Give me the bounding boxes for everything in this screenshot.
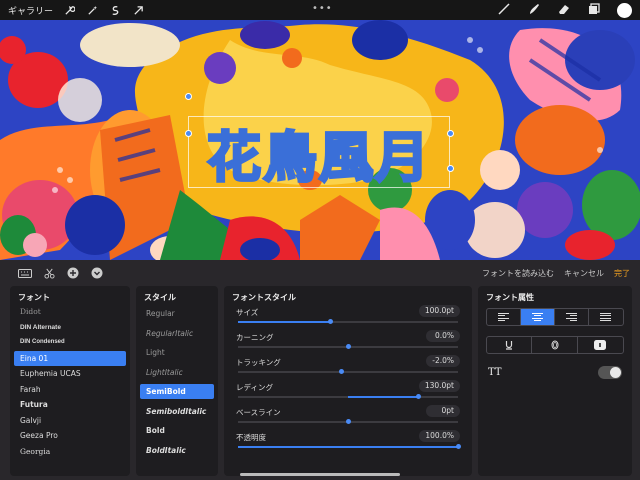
- baseline-slider[interactable]: ベースライン 0pt: [232, 404, 464, 429]
- text-edit-panel: フォントを読み込む キャンセル 完了 フォント Didot DIN Altern…: [0, 260, 640, 480]
- transform-arrow-icon[interactable]: [131, 3, 145, 17]
- size-slider[interactable]: サイズ 100.0pt: [232, 304, 464, 329]
- underline-icon[interactable]: [487, 337, 533, 353]
- wrench-icon[interactable]: [62, 3, 76, 17]
- font-list-item[interactable]: Galvji: [14, 413, 126, 429]
- leading-slider[interactable]: レディング 130.0pt: [232, 379, 464, 404]
- style-list-item[interactable]: SemiboldItalic: [140, 402, 214, 422]
- font-list-panel: フォント Didot DIN Alternate DIN Condensed E…: [10, 286, 130, 476]
- font-attributes-panel: フォント属性 TT: [478, 286, 632, 476]
- font-attributes-header: フォント属性: [486, 293, 534, 302]
- chevron-down-icon[interactable]: [90, 267, 104, 279]
- done-button[interactable]: 完了: [614, 268, 630, 279]
- style-list-item-selected[interactable]: SemiBold: [140, 384, 214, 399]
- text-selection-box[interactable]: 花鳥風月: [188, 116, 450, 190]
- font-list-item[interactable]: Euphemia UCAS: [14, 366, 126, 382]
- slider-label: トラッキング: [236, 358, 281, 367]
- font-list-item[interactable]: Farah: [14, 382, 126, 398]
- font-list-item[interactable]: Didot: [14, 304, 126, 320]
- scissors-icon[interactable]: [42, 268, 56, 279]
- font-style-header: フォントスタイル: [232, 293, 296, 302]
- resize-handle-top-left[interactable]: [185, 93, 192, 100]
- style-list-item[interactable]: LightItalic: [140, 363, 214, 383]
- align-left-icon[interactable]: [487, 309, 521, 325]
- style-list-panel: スタイル Regular RegularItalic Light LightIt…: [136, 286, 218, 476]
- style-list-item[interactable]: Bold: [140, 421, 214, 441]
- more-options-icon[interactable]: •••: [312, 3, 333, 14]
- style-list-item[interactable]: Light: [140, 343, 214, 363]
- slider-value[interactable]: 130.0pt: [418, 380, 460, 392]
- color-picker-button[interactable]: [617, 3, 632, 18]
- font-list-item[interactable]: Geeza Pro: [14, 428, 126, 444]
- resize-handle-bottom-right[interactable]: [447, 165, 454, 172]
- add-icon[interactable]: [66, 267, 80, 279]
- font-list-item[interactable]: Futura: [14, 397, 126, 413]
- slider-label: サイズ: [236, 308, 259, 317]
- resize-handle-left[interactable]: [185, 130, 192, 137]
- align-right-icon[interactable]: [555, 309, 589, 325]
- style-list-item[interactable]: BoldItalic: [140, 441, 214, 461]
- slider-value[interactable]: 0pt: [426, 405, 460, 417]
- style-list-header: スタイル: [144, 293, 176, 302]
- brush-icon[interactable]: [497, 2, 511, 19]
- cancel-button[interactable]: キャンセル: [564, 268, 604, 279]
- slider-knob[interactable]: [339, 369, 345, 374]
- canvas-title-text[interactable]: 花鳥風月: [206, 113, 431, 192]
- alignment-control: [486, 308, 624, 326]
- selection-icon[interactable]: [108, 3, 122, 17]
- slider-knob[interactable]: [416, 394, 422, 399]
- slider-knob[interactable]: [328, 319, 334, 324]
- toggle-knob: [610, 367, 621, 378]
- slider-label: カーニング: [236, 333, 274, 342]
- keyboard-icon[interactable]: [18, 268, 32, 278]
- style-list-item[interactable]: RegularItalic: [140, 324, 214, 344]
- home-indicator: [240, 473, 400, 476]
- top-toolbar: ギャラリー •••: [0, 0, 640, 20]
- font-list-item[interactable]: Georgia: [14, 444, 126, 460]
- slider-knob[interactable]: [456, 444, 461, 449]
- slider-label: レディング: [236, 383, 273, 392]
- eraser-icon[interactable]: [557, 2, 571, 19]
- panel-toolbar: フォントを読み込む キャンセル 完了: [0, 260, 640, 286]
- slider-value[interactable]: 100.0pt: [418, 305, 460, 317]
- text-effects-control: [486, 336, 624, 354]
- slider-knob[interactable]: [346, 344, 351, 349]
- font-list-item[interactable]: DIN Alternate: [14, 320, 126, 336]
- tracking-slider[interactable]: トラッキング -2.0%: [232, 354, 464, 379]
- all-caps-toggle[interactable]: [598, 366, 622, 379]
- kerning-slider[interactable]: カーニング 0.0%: [232, 329, 464, 354]
- slider-value[interactable]: -2.0%: [426, 355, 460, 367]
- font-list-item[interactable]: DIN Condensed: [14, 335, 126, 351]
- font-list-item-selected[interactable]: Eina 01: [14, 350, 126, 366]
- outline-icon[interactable]: [532, 337, 578, 353]
- align-justify-icon[interactable]: [589, 309, 623, 325]
- layers-icon[interactable]: [587, 2, 601, 19]
- align-center-icon[interactable]: [521, 309, 555, 325]
- artwork-canvas[interactable]: 花鳥風月: [0, 20, 640, 260]
- slider-value[interactable]: 0.0%: [426, 330, 460, 342]
- opacity-slider[interactable]: 不透明度 100.0%: [232, 429, 464, 454]
- slider-value[interactable]: 100.0%: [419, 430, 460, 442]
- style-list-item[interactable]: Regular: [140, 304, 214, 324]
- import-font-button[interactable]: フォントを読み込む: [482, 268, 554, 279]
- resize-handle-right[interactable]: [447, 130, 454, 137]
- gallery-button[interactable]: ギャラリー: [8, 4, 53, 17]
- invert-text-icon[interactable]: [578, 337, 623, 353]
- magic-wand-icon[interactable]: [85, 3, 99, 17]
- slider-knob[interactable]: [346, 419, 351, 424]
- font-style-panel: フォントスタイル サイズ 100.0pt カーニング 0.0% トラッキング -…: [224, 286, 472, 476]
- slider-label: ベースライン: [236, 408, 281, 417]
- all-caps-label: TT: [488, 367, 502, 378]
- slider-label: 不透明度: [236, 433, 266, 442]
- smudge-icon[interactable]: [527, 2, 541, 19]
- font-list-header: フォント: [18, 293, 50, 302]
